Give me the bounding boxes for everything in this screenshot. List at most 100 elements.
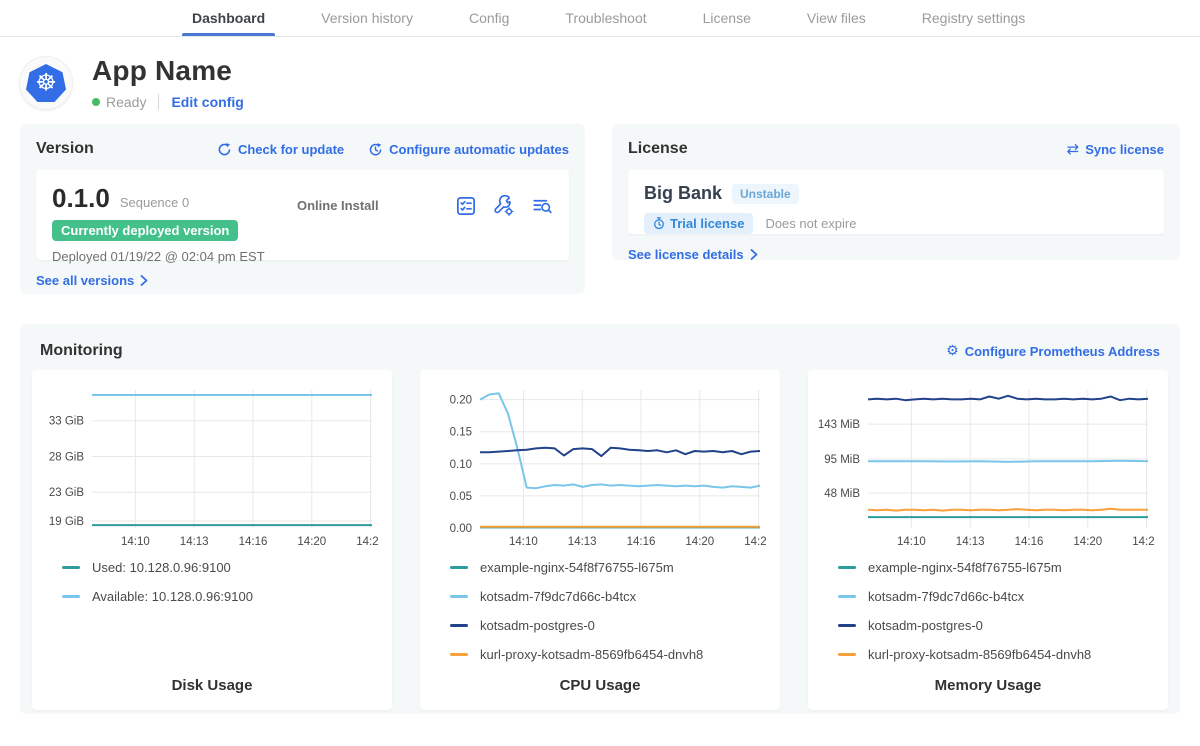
legend-item: kurl-proxy-kotsadm-8569fb6454-dnvh8 — [450, 647, 770, 662]
refresh-icon — [217, 142, 232, 157]
deployed-timestamp: Deployed 01/19/22 @ 02:04 pm EST — [52, 249, 297, 264]
svg-text:0.05: 0.05 — [450, 491, 472, 503]
legend-label: Used: 10.128.0.96:9100 — [92, 560, 231, 575]
legend-dash-icon — [62, 566, 80, 569]
svg-text:14:20: 14:20 — [1073, 536, 1102, 548]
legend-label: example-nginx-54f8f76755-l675m — [868, 560, 1062, 575]
legend-dash-icon — [838, 653, 856, 656]
top-nav: Dashboard Version history Config Troublesho… — [0, 0, 1200, 37]
license-title: License — [628, 140, 688, 158]
chart-title: CPU Usage — [430, 677, 770, 710]
svg-text:14:13: 14:13 — [568, 536, 597, 548]
svg-text:14:10: 14:10 — [121, 536, 150, 548]
monitoring-panel: Monitoring ⚙ Configure Prometheus Addres… — [20, 324, 1180, 714]
svg-text:14:16: 14:16 — [627, 536, 656, 548]
cpu-usage-plot: 0.000.050.100.150.2014:1014:1314:1614:20… — [430, 380, 766, 552]
edit-config-tools-icon[interactable] — [493, 195, 515, 247]
tab-config[interactable]: Config — [459, 0, 519, 36]
svg-text:0.20: 0.20 — [450, 395, 472, 407]
legend-dash-icon — [450, 653, 468, 656]
version-number: 0.1.0 — [52, 183, 110, 214]
trial-license-badge: Trial license — [644, 213, 753, 234]
tab-dashboard[interactable]: Dashboard — [182, 0, 275, 36]
tab-troubleshoot[interactable]: Troubleshoot — [555, 0, 656, 36]
version-sequence: Sequence 0 — [120, 195, 189, 210]
chart-card-memory-usage: 48 MiB95 MiB143 MiB14:1014:1314:1614:201… — [808, 370, 1168, 710]
tab-license[interactable]: License — [693, 0, 761, 36]
legend-label: kotsadm-7f9dc7d66c-b4tcx — [480, 589, 636, 604]
license-expiry: Does not expire — [765, 216, 856, 231]
chart-title: Disk Usage — [42, 677, 382, 710]
current-version-card: 0.1.0 Sequence 0 Currently deployed vers… — [36, 170, 569, 260]
channel-badge: Unstable — [732, 184, 799, 204]
svg-text:23 GiB: 23 GiB — [49, 487, 84, 499]
sync-arrows-icon: ⇄ — [1067, 140, 1080, 158]
status-dot — [92, 98, 100, 106]
svg-text:14:20: 14:20 — [297, 536, 326, 548]
svg-text:48 MiB: 48 MiB — [824, 488, 860, 500]
legend-dash-icon — [838, 566, 856, 569]
sync-license-link[interactable]: ⇄ Sync license — [1067, 140, 1164, 158]
legend-item: kotsadm-postgres-0 — [450, 618, 770, 633]
preflight-checks-icon[interactable] — [455, 195, 477, 247]
svg-text:0.15: 0.15 — [450, 427, 472, 439]
legend-label: example-nginx-54f8f76755-l675m — [480, 560, 674, 575]
app-header: ☸ App Name Ready Edit config — [0, 37, 1200, 120]
version-title: Version — [36, 140, 94, 158]
stopwatch-icon — [653, 217, 665, 230]
see-all-versions-link[interactable]: See all versions — [36, 273, 148, 288]
legend-label: kotsadm-7f9dc7d66c-b4tcx — [868, 589, 1024, 604]
clock-refresh-icon — [368, 142, 383, 157]
legend-item: kurl-proxy-kotsadm-8569fb6454-dnvh8 — [838, 647, 1158, 662]
divider — [158, 94, 159, 110]
configure-prometheus-link[interactable]: ⚙ Configure Prometheus Address — [946, 343, 1160, 359]
chevron-right-icon — [750, 249, 758, 260]
check-for-update-link[interactable]: Check for update — [217, 142, 344, 157]
legend-dash-icon — [838, 624, 856, 627]
legend-label: kurl-proxy-kotsadm-8569fb6454-dnvh8 — [480, 647, 703, 662]
status-text: Ready — [106, 94, 146, 110]
deploy-logs-icon[interactable] — [531, 195, 553, 247]
customer-name: Big Bank — [644, 183, 722, 204]
legend-item: example-nginx-54f8f76755-l675m — [450, 560, 770, 575]
legend-label: Available: 10.128.0.96:9100 — [92, 589, 253, 604]
svg-text:14:10: 14:10 — [509, 536, 538, 548]
tab-view-files[interactable]: View files — [797, 0, 876, 36]
legend-item: example-nginx-54f8f76755-l675m — [838, 560, 1158, 575]
svg-text:33 GiB: 33 GiB — [49, 416, 84, 428]
svg-text:95 MiB: 95 MiB — [824, 454, 860, 466]
chart-legend: Used: 10.128.0.96:9100 Available: 10.128.… — [42, 560, 382, 604]
page-title: App Name — [92, 55, 244, 87]
chevron-right-icon — [140, 275, 148, 286]
legend-item: kotsadm-7f9dc7d66c-b4tcx — [838, 589, 1158, 604]
app-logo: ☸ — [20, 57, 72, 109]
legend-label: kotsadm-postgres-0 — [868, 618, 983, 633]
license-panel: License ⇄ Sync license Big Bank Unstable — [612, 124, 1180, 260]
chart-card-disk-usage: 19 GiB 23 GiB 28 GiB 33 GiB 14:10 14:13 14:16 1… — [32, 370, 392, 710]
tab-registry-settings[interactable]: Registry settings — [912, 0, 1035, 36]
edit-config-link[interactable]: Edit config — [171, 94, 243, 110]
memory-usage-plot: 48 MiB95 MiB143 MiB14:1014:1314:1614:201… — [818, 380, 1154, 552]
disk-usage-plot: 19 GiB 23 GiB 28 GiB 33 GiB 14:10 14:13 14:16 1… — [42, 380, 378, 552]
chart-title: Memory Usage — [818, 677, 1158, 710]
chart-legend: example-nginx-54f8f76755-l675m kotsadm-7f… — [818, 560, 1158, 662]
configure-automatic-updates-link[interactable]: Configure automatic updates — [368, 142, 569, 157]
tab-version-history[interactable]: Version history — [311, 0, 423, 36]
see-license-details-link[interactable]: See license details — [628, 247, 758, 262]
svg-text:14:10: 14:10 — [897, 536, 926, 548]
svg-text:28 GiB: 28 GiB — [49, 451, 84, 463]
svg-text:14:16: 14:16 — [239, 536, 268, 548]
svg-text:19 GiB: 19 GiB — [49, 516, 84, 528]
legend-item: Available: 10.128.0.96:9100 — [62, 589, 382, 604]
version-panel: Version Check for update Configure au — [20, 124, 585, 294]
license-card: Big Bank Unstable Trial license Does not… — [628, 170, 1164, 234]
legend-dash-icon — [62, 595, 80, 598]
kubernetes-heptagon: ☸ — [26, 63, 66, 103]
legend-item: Used: 10.128.0.96:9100 — [62, 560, 382, 575]
svg-text:14:13: 14:13 — [180, 536, 209, 548]
monitoring-title: Monitoring — [40, 342, 123, 360]
svg-text:14:23: 14:23 — [1132, 536, 1154, 548]
svg-text:14:23: 14:23 — [744, 536, 766, 548]
chart-legend: example-nginx-54f8f76755-l675m kotsadm-7f… — [430, 560, 770, 662]
svg-text:0.00: 0.00 — [450, 523, 472, 535]
